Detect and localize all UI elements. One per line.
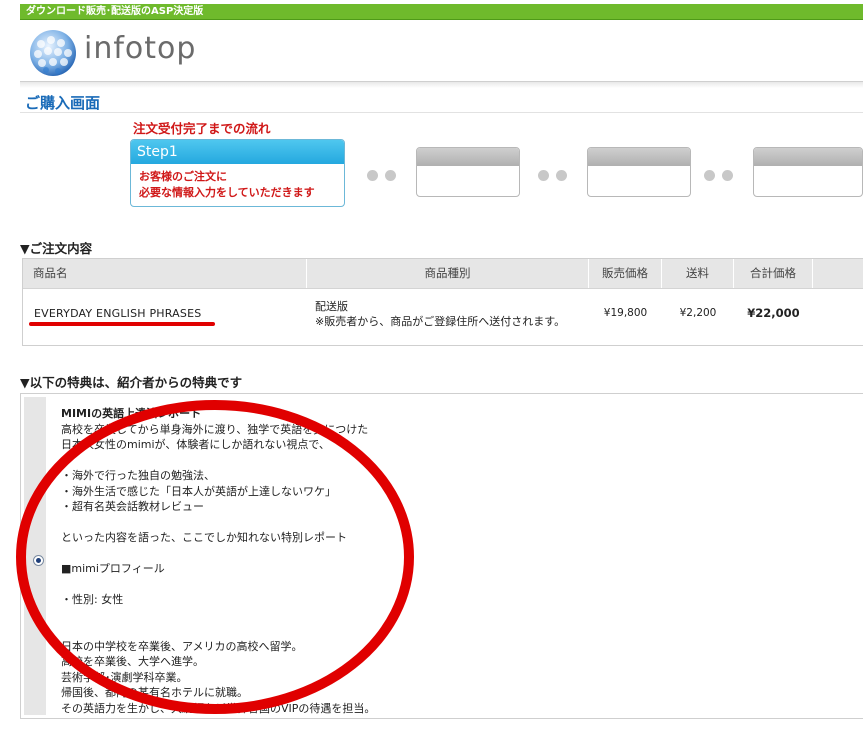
bonus-line: ・性別: 女性 (61, 593, 124, 606)
bonus-title: MIMIの英語上達法レポート (61, 407, 202, 420)
shipping-fee: ¥2,200 (679, 307, 717, 319)
bonus-line: 日本の中学校を卒業後、アメリカの高校へ留学。 (61, 639, 303, 653)
bonus-line: 芸術学部･演劇学科卒業。 (61, 670, 188, 684)
bonus-line (61, 577, 375, 593)
connector-dot (367, 170, 378, 181)
order-heading: ▼ご注文内容 (20, 241, 93, 256)
connector-dot (538, 170, 549, 181)
product-name: EVERYDAY ENGLISH PHRASES (34, 307, 202, 320)
column-header-total: 合計価格 (734, 259, 813, 288)
step1-text-line2: 必要な情報入力をしていただきます (139, 186, 315, 199)
step1-box: Step1 お客様のご注文に 必要な情報入力をしていただきます (130, 139, 345, 207)
title-divider (20, 112, 863, 113)
step4-box (753, 147, 863, 197)
page-title: ご購入画面 (25, 94, 101, 112)
bonus-line: 高校を卒業後、大学へ進学。 (61, 655, 204, 668)
connector-dot (385, 170, 396, 181)
top-banner: ダウンロード販売･配送版のASP決定版 (20, 4, 863, 20)
step2-header (417, 148, 519, 166)
product-type-note: ※販売者から、商品がご登録住所へ送付されます。 (315, 315, 566, 328)
bonus-line (61, 546, 375, 562)
bonus-line: ・海外生活で感じた「日本人が英語が上達しないワケ」 (61, 484, 336, 498)
site-header: infotop (20, 21, 863, 82)
bonus-line: 高校を卒業してから単身海外に渡り、独学で英語を身につけた (61, 422, 369, 436)
bonus-line: ・海外で行った独自の勉強法、 (61, 469, 215, 482)
bonus-line (61, 453, 375, 469)
header-divider (20, 82, 863, 88)
step2-box (416, 147, 520, 197)
step1-description: お客様のご注文に 必要な情報入力をしていただきます (131, 164, 344, 206)
bonus-box: MIMIの英語上達法レポート 高校を卒業してから単身海外に渡り、独学で英語を身に… (20, 393, 863, 719)
order-table: 商品名 商品種別 販売価格 送料 合計価格 EVERYDAY ENGLISH P… (22, 258, 863, 346)
bonus-line: ■mimiプロフィール (61, 562, 165, 575)
bonus-radio-button[interactable] (33, 555, 44, 566)
product-price: ¥19,800 (603, 307, 648, 319)
bonus-description: MIMIの英語上達法レポート 高校を卒業してから単身海外に渡り、独学で英語を身に… (61, 406, 375, 716)
column-header-shipping: 送料 (662, 259, 734, 288)
bonus-heading: ▼以下の特典は、紹介者からの特典です (20, 375, 243, 390)
flow-title: 注文受付完了までの流れ (133, 121, 271, 136)
bonus-line: 日本人女性のmimiが、体験者にしか語れない視点で、 (61, 438, 330, 451)
logo-text[interactable]: infotop (84, 31, 196, 66)
bonus-line: その英語力を生かし、大統領など世界各国のVIPの待遇を担当。 (61, 701, 376, 715)
step3-header (588, 148, 690, 166)
step3-box (587, 147, 691, 197)
step-connector-2 (538, 166, 574, 185)
order-table-header: 商品名 商品種別 販売価格 送料 合計価格 (23, 259, 863, 289)
column-header-price: 販売価格 (589, 259, 662, 288)
step-connector-3 (704, 166, 740, 185)
column-header-type: 商品種別 (307, 259, 589, 288)
connector-dot (704, 170, 715, 181)
bonus-lines: 高校を卒業してから単身海外に渡り、独学で英語を身につけた 日本人女性のmimiが、… (61, 422, 375, 717)
bonus-line: といった内容を語った、ここでしか知れない特別レポート (61, 531, 347, 544)
step4-header (754, 148, 862, 166)
infotop-globe-icon[interactable] (28, 28, 78, 78)
bonus-line (61, 608, 375, 624)
bonus-line: 帰国後、都内の某有名ホテルに就職。 (61, 686, 248, 699)
step1-text-line1: お客様のご注文に (139, 170, 227, 183)
bonus-line (61, 623, 375, 639)
column-header-product: 商品名 (23, 259, 307, 288)
product-type: 配送版 ※販売者から、商品がご登録住所へ送付されます。 (315, 299, 565, 329)
product-type-label: 配送版 (315, 300, 348, 313)
total-price: ¥22,000 (747, 306, 800, 320)
annotation-underline (29, 322, 215, 326)
bonus-select-column (24, 397, 46, 715)
step1-label: Step1 (131, 140, 344, 164)
connector-dot (722, 170, 733, 181)
connector-dot (556, 170, 567, 181)
bonus-line (61, 515, 375, 531)
step-connector-1 (367, 166, 403, 185)
bonus-line: ・超有名英会話教材レビュー (61, 500, 204, 513)
